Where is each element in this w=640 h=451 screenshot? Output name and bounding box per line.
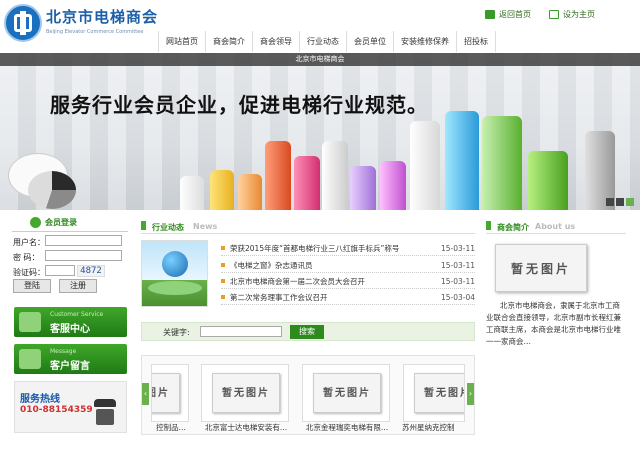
news-item[interactable]: 荣获2015年度“首都电梯行业三八红旗手标兵”称号 15-03-11 bbox=[221, 241, 475, 256]
nav-item-bidding[interactable]: 招投标 bbox=[457, 31, 496, 52]
banner-slogan: 服务行业会员企业，促进电梯行业规范。 bbox=[50, 93, 428, 117]
news-item[interactable]: 北京市电梯商会第一届二次会员大会召开 15-03-11 bbox=[221, 274, 475, 289]
site-title: 北京市电梯商会 bbox=[46, 8, 159, 26]
set-home-link[interactable]: 设为主页 bbox=[549, 9, 595, 20]
hotline-number: 010-88154359 bbox=[20, 405, 93, 415]
message-button[interactable]: Message 客户留言 bbox=[14, 344, 127, 374]
news-title: 行业动态 bbox=[152, 223, 184, 232]
password-input[interactable] bbox=[45, 250, 122, 261]
captcha-image[interactable]: 4872 bbox=[77, 265, 105, 277]
about-image: 暂无图片 bbox=[495, 244, 587, 292]
nav-item-members[interactable]: 会员单位 bbox=[347, 31, 394, 52]
main-nav: 网站首页 商会简介 商会领导 行业动态 会员单位 安装维修保养 招投标 bbox=[158, 31, 526, 52]
captcha-input[interactable] bbox=[45, 265, 75, 276]
news-item[interactable]: 第二次常务理事工作会议召开 15-03-04 bbox=[221, 290, 475, 305]
register-button[interactable]: 注册 bbox=[59, 279, 97, 293]
password-label: 密 码： bbox=[13, 253, 40, 262]
username-input[interactable] bbox=[45, 235, 122, 246]
news-marker bbox=[141, 221, 146, 230]
keyword-input[interactable] bbox=[200, 326, 282, 337]
banner-dot[interactable] bbox=[616, 198, 624, 206]
phone-icon bbox=[92, 397, 118, 427]
product-card[interactable]: 暂无图片 bbox=[151, 364, 189, 422]
carousel-prev-button[interactable]: ‹ bbox=[142, 383, 149, 405]
about-text: 北京市电梯商会，隶属于北京市工商业联合会直接领导，北京市副市长程红兼工商联主席，… bbox=[486, 301, 621, 346]
nav-item-home[interactable]: 网站首页 bbox=[159, 31, 206, 52]
news-title-en: News bbox=[193, 222, 218, 231]
monitor-icon bbox=[549, 10, 559, 19]
news-item[interactable]: 《电梯之窗》杂志通讯员 15-03-11 bbox=[221, 258, 475, 273]
banner-dot[interactable] bbox=[606, 198, 614, 206]
logo-icon bbox=[4, 4, 42, 42]
site-subtitle: Beijing Elevator Commerce Committee bbox=[46, 29, 144, 35]
login-button[interactable]: 登陆 bbox=[13, 279, 51, 293]
captcha-label: 验证码： bbox=[13, 268, 45, 277]
banner-dot[interactable] bbox=[626, 198, 634, 206]
hotline-title: 服务热线 bbox=[20, 394, 60, 405]
banner-caption: 北京市电梯商会 bbox=[0, 53, 640, 66]
about-title-en: About us bbox=[535, 222, 576, 231]
banner-image[interactable] bbox=[0, 53, 640, 210]
home-icon bbox=[485, 10, 495, 19]
customer-service-button[interactable]: Customer Service 客服中心 bbox=[14, 307, 127, 337]
divider bbox=[486, 233, 626, 234]
headset-icon bbox=[19, 312, 41, 332]
carousel-next-button[interactable]: › bbox=[467, 383, 474, 405]
search-button[interactable]: 搜索 bbox=[290, 325, 324, 339]
home-link[interactable]: 返回首页 bbox=[485, 9, 531, 20]
product-caption[interactable]: 苏州星纳克控制 bbox=[402, 422, 466, 433]
nav-item-maintenance[interactable]: 安装维修保养 bbox=[394, 31, 457, 52]
about-title: 商会简介 bbox=[497, 223, 529, 232]
username-label: 用户名： bbox=[13, 238, 45, 247]
about-marker bbox=[486, 221, 491, 230]
product-card[interactable]: 暂无图片 bbox=[403, 364, 465, 422]
product-card[interactable]: 暂无图片 bbox=[201, 364, 289, 422]
product-caption[interactable]: 控制品... bbox=[151, 422, 191, 433]
nav-item-news[interactable]: 行业动态 bbox=[300, 31, 347, 52]
message-icon bbox=[19, 349, 41, 369]
nav-item-about[interactable]: 商会简介 bbox=[206, 31, 253, 52]
product-card[interactable]: 暂无图片 bbox=[302, 364, 390, 422]
nav-item-leaders[interactable]: 商会领导 bbox=[253, 31, 300, 52]
product-caption[interactable]: 北京富士达电梯安装有... bbox=[199, 422, 293, 433]
keyword-label: 关键字: bbox=[163, 328, 190, 337]
divider bbox=[12, 231, 128, 232]
banner-pager bbox=[606, 198, 634, 206]
news-thumbnail[interactable] bbox=[141, 240, 208, 307]
product-caption[interactable]: 北京金程瑞奕电梯有限... bbox=[300, 422, 394, 433]
member-icon bbox=[30, 217, 41, 228]
divider bbox=[141, 233, 475, 234]
login-title: 会员登录 bbox=[30, 217, 77, 228]
